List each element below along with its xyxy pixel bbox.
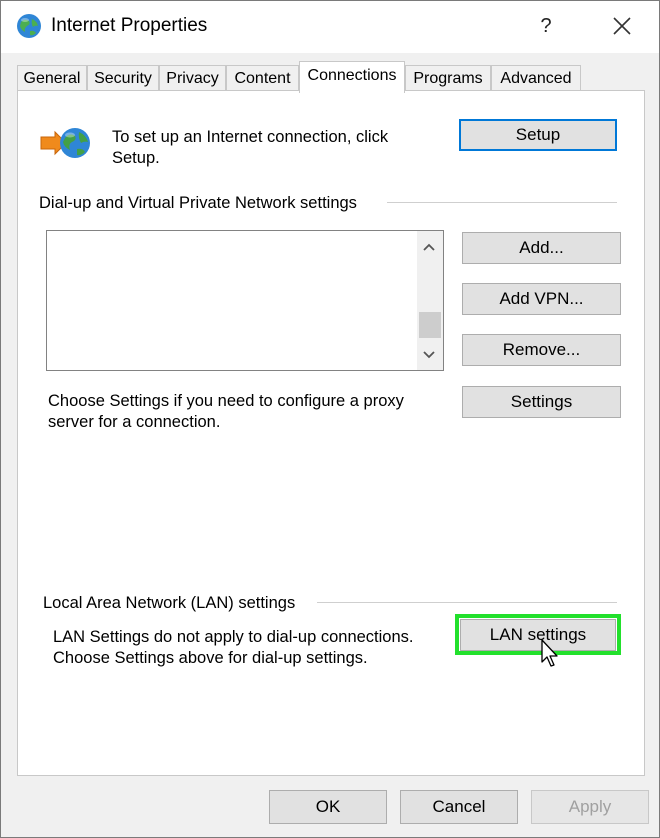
tab-general[interactable]: General <box>17 65 87 91</box>
lan-settings-button[interactable]: LAN settings <box>460 619 616 651</box>
dialup-group-heading: Dial-up and Virtual Private Network sett… <box>39 194 357 212</box>
globe-network-icon <box>39 123 93 163</box>
lan-group-divider <box>317 602 617 603</box>
lan-info-line2: Choose Settings above for dial-up settin… <box>53 649 368 667</box>
internet-properties-window: Internet Properties ? General Security P… <box>0 0 660 838</box>
tab-content[interactable]: Content <box>226 65 299 91</box>
lan-info-line1: LAN Settings do not apply to dial-up con… <box>53 628 414 646</box>
ok-button[interactable]: OK <box>269 790 387 824</box>
tab-connections[interactable]: Connections <box>299 61 405 93</box>
help-button[interactable]: ? <box>531 9 561 43</box>
proxy-instruction-line1: Choose Settings if you need to configure… <box>48 392 404 410</box>
scroll-up-arrow-icon[interactable] <box>417 235 441 259</box>
close-button[interactable] <box>605 9 639 43</box>
dialup-group-divider <box>387 202 617 203</box>
proxy-instruction-line2: server for a connection. <box>48 413 221 431</box>
globe-icon <box>15 12 43 40</box>
close-icon <box>613 17 631 35</box>
tab-advanced[interactable]: Advanced <box>491 65 581 91</box>
tab-strip: General Security Privacy Content Connect… <box>17 61 647 93</box>
tab-security[interactable]: Security <box>87 65 159 91</box>
settings-button[interactable]: Settings <box>462 386 621 418</box>
scroll-thumb[interactable] <box>419 312 441 338</box>
setup-instruction-line1: To set up an Internet connection, click <box>112 128 389 146</box>
tab-programs[interactable]: Programs <box>405 65 491 91</box>
add-vpn-button[interactable]: Add VPN... <box>462 283 621 315</box>
listbox-scrollbar[interactable] <box>417 231 443 370</box>
mouse-cursor-icon <box>541 639 563 669</box>
title-bar: Internet Properties ? <box>1 1 659 53</box>
connections-listbox[interactable] <box>46 230 444 371</box>
remove-button[interactable]: Remove... <box>462 334 621 366</box>
lan-group-heading: Local Area Network (LAN) settings <box>43 594 296 612</box>
setup-button[interactable]: Setup <box>459 119 617 151</box>
window-title: Internet Properties <box>51 15 208 36</box>
scroll-down-arrow-icon[interactable] <box>417 342 441 366</box>
setup-instruction-line2: Setup. <box>112 149 160 167</box>
add-button[interactable]: Add... <box>462 232 621 264</box>
cancel-button[interactable]: Cancel <box>400 790 518 824</box>
tab-privacy[interactable]: Privacy <box>159 65 226 91</box>
apply-button[interactable]: Apply <box>531 790 649 824</box>
